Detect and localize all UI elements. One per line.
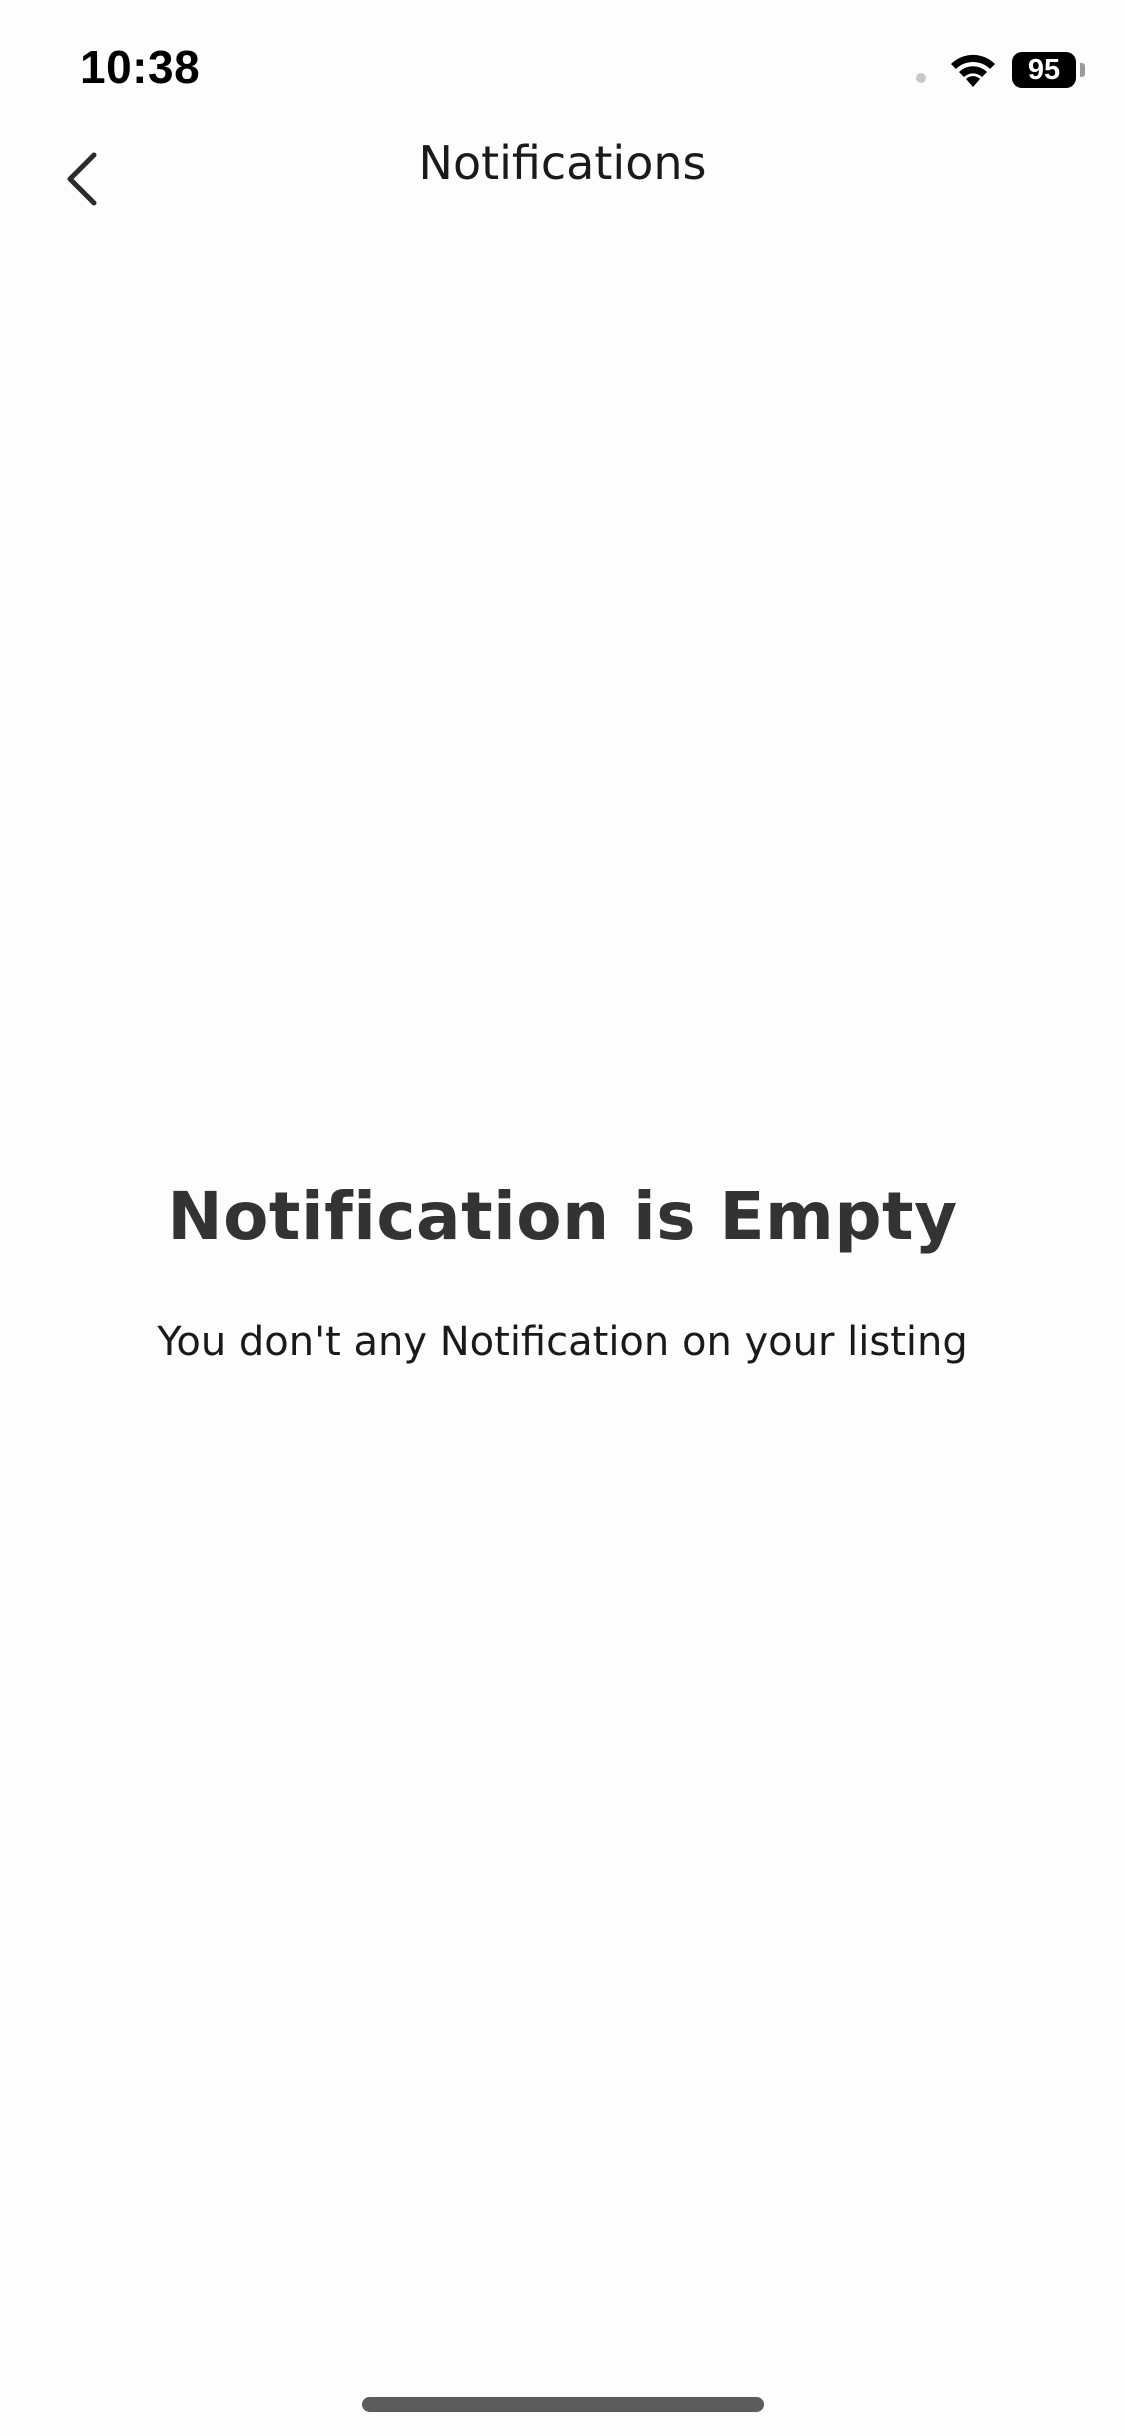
nav-header: Notifications	[0, 120, 1125, 230]
status-bar: 10:38 95	[0, 0, 1125, 140]
wifi-icon	[948, 51, 998, 89]
empty-state-title: Notification is Empty	[167, 1178, 958, 1255]
empty-state-message: You don't any Notification on your listi…	[157, 1319, 968, 1365]
status-time: 10:38	[80, 41, 201, 93]
notifications-screen: 10:38 95 Notifications Notification is E…	[0, 0, 1125, 2436]
empty-state: Notification is Empty You don't any Noti…	[0, 1178, 1125, 1365]
status-indicators: 95	[916, 48, 1085, 92]
privacy-indicator-icon	[916, 73, 926, 83]
battery-nub	[1080, 63, 1085, 77]
battery-icon: 95	[1012, 52, 1076, 88]
home-indicator[interactable]	[362, 2397, 764, 2412]
page-title: Notifications	[418, 136, 707, 190]
battery-level: 95	[1027, 53, 1061, 86]
